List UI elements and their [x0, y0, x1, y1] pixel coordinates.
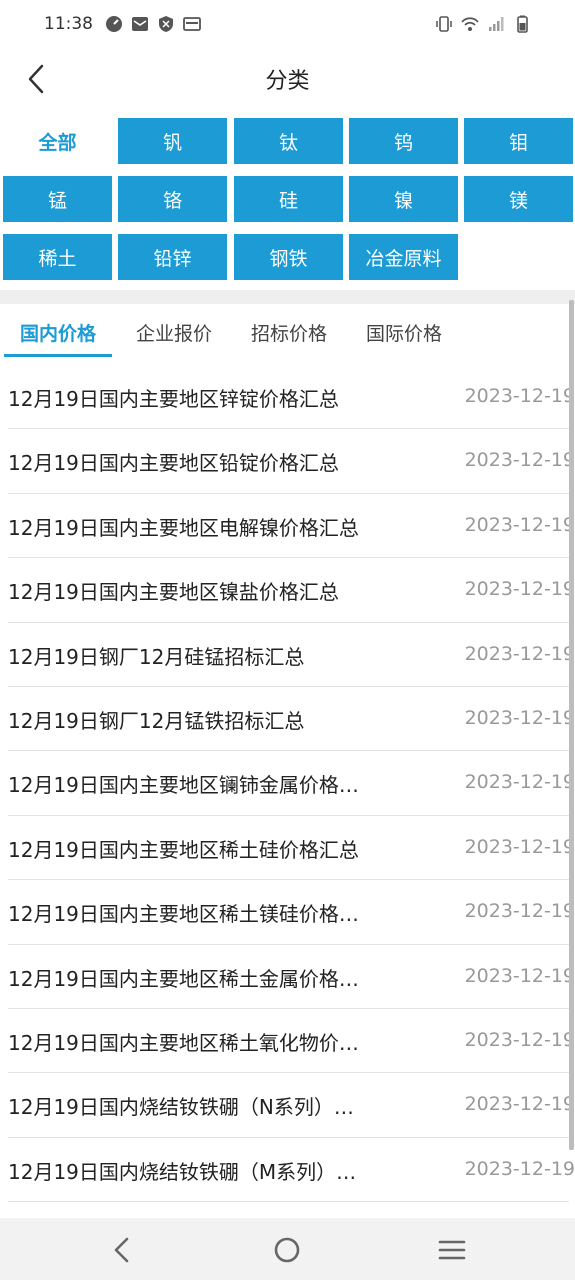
card-icon	[183, 17, 201, 31]
list-item-title: 12月19日国内烧结钕铁硼（N系列）…	[8, 1095, 354, 1120]
category-lead-zinc[interactable]: 铅锌	[118, 234, 227, 280]
battery-icon	[517, 15, 528, 33]
list-item-title: 12月19日国内主要地区稀土氧化物价…	[8, 1030, 359, 1055]
shield-icon	[159, 16, 173, 32]
list-item[interactable]: 12月19日钢厂12月硅锰招标汇总 2023-12-19	[8, 623, 575, 687]
nav-menu-icon	[438, 1240, 466, 1260]
list-item[interactable]: 12月19日国内烧结钕铁硼（N系列）… 2023-12-19	[8, 1073, 575, 1138]
status-icons-right	[435, 15, 531, 33]
status-time: 11:38	[44, 14, 93, 34]
list-item-title: 12月19日钢厂12月硅锰招标汇总	[8, 644, 305, 669]
category-all[interactable]: 全部	[3, 118, 112, 164]
category-tungsten[interactable]: 钨	[349, 118, 458, 164]
status-icons-left	[105, 15, 201, 33]
list-item-date: 2023-12-19	[464, 385, 575, 407]
tab-domestic-price[interactable]: 国内价格	[4, 304, 112, 360]
app-header: 分类	[0, 48, 575, 110]
list-item[interactable]: 12月19日国内主要地区稀土氧化物价… 2023-12-19	[8, 1009, 575, 1074]
category-silicon[interactable]: 硅	[234, 176, 343, 222]
speedometer-icon	[106, 16, 122, 32]
nav-menu-button[interactable]	[432, 1232, 472, 1268]
category-molybdenum[interactable]: 钼	[464, 118, 573, 164]
category-vanadium[interactable]: 钒	[118, 118, 227, 164]
category-metallurgical-materials[interactable]: 冶金原料	[349, 234, 458, 280]
list-item-date: 2023-12-19	[464, 964, 575, 987]
list-item-title: 12月19日钢厂12月锰铁招标汇总	[8, 708, 305, 733]
tab-international-price[interactable]: 国际价格	[350, 304, 458, 360]
list-item[interactable]: 12月19日国内主要地区电解镍价格汇总 2023-12-19	[8, 494, 575, 559]
category-chromium[interactable]: 铬	[118, 176, 227, 222]
category-magnesium[interactable]: 镁	[464, 176, 573, 222]
list-item-title: 12月19日国内主要地区镧铈金属价格…	[8, 773, 359, 798]
category-grid: 全部 钒 钛 钨 钼 锰 铬 硅 镍 镁 稀土 铅锌 钢铁 冶金原料	[0, 110, 575, 290]
back-button[interactable]	[18, 60, 54, 98]
tab-company-quote[interactable]: 企业报价	[120, 304, 228, 360]
list-item-date: 2023-12-19	[464, 1157, 575, 1180]
page-title: 分类	[265, 69, 310, 94]
mail-icon	[132, 17, 148, 31]
list-item-date: 2023-12-19	[464, 771, 575, 794]
list-item-date: 2023-12-19	[464, 449, 575, 472]
category-nickel[interactable]: 镍	[349, 176, 458, 222]
list-item-title: 12月19日国内主要地区稀土硅价格汇总	[8, 837, 359, 862]
list-item-date: 2023-12-19	[464, 642, 575, 665]
category-manganese[interactable]: 锰	[3, 176, 112, 222]
category-steel[interactable]: 钢铁	[234, 234, 343, 280]
list-item-date: 2023-12-19	[464, 578, 575, 601]
list-item[interactable]: 12月19日国内主要地区镍盐价格汇总 2023-12-19	[8, 558, 575, 623]
list-item-title: 12月19日国内烧结钕铁硼（M系列）…	[8, 1159, 357, 1184]
active-tab-indicator	[4, 354, 112, 357]
system-nav-bar	[0, 1218, 575, 1280]
list-item-date: 2023-12-19	[464, 835, 575, 858]
list-item[interactable]: 12月19日国内主要地区稀土镁硅价格… 2023-12-19	[8, 880, 575, 945]
tab-bar: 国内价格 企业报价 招标价格 国际价格	[0, 304, 575, 360]
status-bar: 11:38	[0, 0, 575, 48]
list-item-date: 2023-12-19	[464, 900, 575, 923]
list-item-title: 12月19日国内主要地区稀土镁硅价格…	[8, 902, 359, 927]
list-item-title: 12月19日国内主要地区电解镍价格汇总	[8, 515, 359, 540]
list-item[interactable]: 12月19日国内主要地区铅锭价格汇总 2023-12-19	[8, 429, 575, 494]
nav-home-icon	[274, 1237, 300, 1263]
list-item-title: 12月19日国内主要地区铅锭价格汇总	[8, 451, 339, 476]
signal-icon	[489, 17, 504, 31]
list-item[interactable]: 12月19日国内主要地区锌锭价格汇总 2023-12-19	[8, 365, 575, 430]
list-item-date: 2023-12-19	[464, 513, 575, 536]
nav-home-button[interactable]	[267, 1232, 307, 1268]
list-item-date: 2023-12-19	[464, 1093, 575, 1116]
wifi-icon	[461, 17, 479, 31]
list-item[interactable]: 12月19日国内主要地区稀土金属价格… 2023-12-19	[8, 945, 575, 1009]
list-item[interactable]: 12月19日国内主要地区镧铈金属价格… 2023-12-19	[8, 751, 575, 816]
article-list: 12月19日国内主要地区锌锭价格汇总 2023-12-19 12月19日国内主要地…	[0, 365, 575, 1203]
list-item[interactable]: 12月19日国内主要地区稀土硅价格汇总 2023-12-19	[8, 816, 575, 881]
list-item-title: 12月19日国内主要地区镍盐价格汇总	[8, 580, 339, 605]
vibrate-icon	[436, 16, 452, 32]
list-item-date: 2023-12-19	[464, 1028, 575, 1051]
tab-tender-price[interactable]: 招标价格	[235, 304, 343, 360]
section-divider	[0, 290, 575, 304]
back-arrow-icon	[28, 64, 44, 94]
category-rare-earth[interactable]: 稀土	[3, 234, 112, 280]
list-item-date: 2023-12-19	[464, 706, 575, 729]
nav-back-button[interactable]	[102, 1232, 142, 1268]
list-item[interactable]: 12月19日国内烧结钕铁硼（M系列）… 2023-12-19	[8, 1138, 575, 1203]
scrollbar[interactable]	[569, 300, 574, 1150]
list-item-title: 12月19日国内主要地区稀土金属价格…	[8, 966, 359, 991]
list-item-title: 12月19日国内主要地区锌锭价格汇总	[8, 387, 339, 411]
category-titanium[interactable]: 钛	[234, 118, 343, 164]
list-item[interactable]: 12月19日钢厂12月锰铁招标汇总 2023-12-19	[8, 687, 575, 752]
nav-back-icon	[114, 1237, 129, 1263]
